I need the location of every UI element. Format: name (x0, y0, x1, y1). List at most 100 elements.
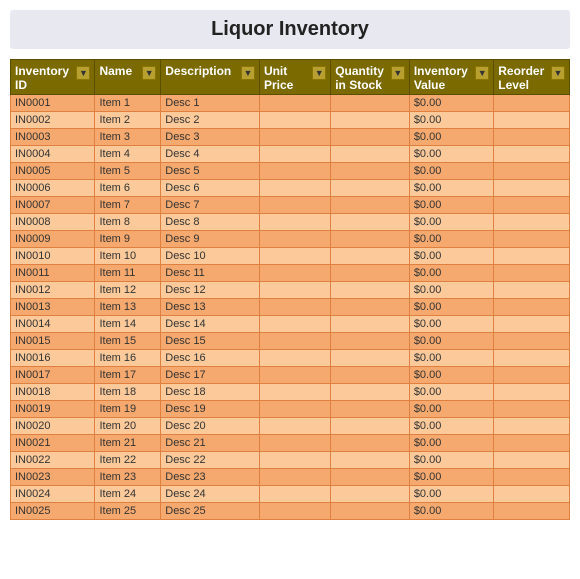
cell-0-row-12: IN0013 (11, 299, 95, 316)
cell-5-row-4: $0.00 (409, 163, 493, 180)
cell-5-row-9: $0.00 (409, 248, 493, 265)
cell-0-row-3: IN0004 (11, 146, 95, 163)
cell-4-row-2 (331, 129, 410, 146)
cell-2-row-7: Desc 8 (161, 214, 260, 231)
cell-1-row-9: Item 10 (95, 248, 161, 265)
cell-0-row-20: IN0021 (11, 435, 95, 452)
cell-0-row-10: IN0011 (11, 265, 95, 282)
table-row: IN0011Item 11Desc 11 $0.00 (11, 265, 570, 282)
col-dropdown-inv-value[interactable]: ▼ (475, 66, 489, 80)
cell-1-row-6: Item 7 (95, 197, 161, 214)
cell-4-row-10 (331, 265, 410, 282)
cell-5-row-18: $0.00 (409, 401, 493, 418)
col-dropdown-description[interactable]: ▼ (241, 66, 255, 80)
table-row: IN0020Item 20Desc 20$0.00 (11, 418, 570, 435)
cell-0-row-0: IN0001 (11, 95, 95, 112)
cell-0-row-15: IN0016 (11, 350, 95, 367)
cell-4-row-0 (331, 95, 410, 112)
cell-0-row-18: IN0019 (11, 401, 95, 418)
cell-1-row-12: Item 13 (95, 299, 161, 316)
col-label-unit-price: Unit Price (264, 64, 312, 92)
page-title: Liquor Inventory (10, 10, 570, 49)
cell-3-row-4 (259, 163, 330, 180)
cell-2-row-11: Desc 12 (161, 282, 260, 299)
cell-2-row-17: Desc 18 (161, 384, 260, 401)
col-label-reorder: Reorder Level (498, 64, 551, 92)
cell-2-row-0: Desc 1 (161, 95, 260, 112)
cell-0-row-19: IN0020 (11, 418, 95, 435)
table-row: IN0022Item 22Desc 22$0.00 (11, 452, 570, 469)
cell-2-row-12: Desc 13 (161, 299, 260, 316)
cell-4-row-23 (331, 486, 410, 503)
table-row: IN0019Item 19Desc 19$0.00 (11, 401, 570, 418)
cell-0-row-5: IN0006 (11, 180, 95, 197)
cell-4-row-4 (331, 163, 410, 180)
cell-6-row-19 (494, 418, 570, 435)
cell-6-row-22 (494, 469, 570, 486)
col-header-name: Name▼ (95, 60, 161, 95)
cell-2-row-4: Desc 5 (161, 163, 260, 180)
cell-1-row-15: Item 16 (95, 350, 161, 367)
cell-1-row-14: Item 15 (95, 333, 161, 350)
cell-6-row-20 (494, 435, 570, 452)
col-dropdown-name[interactable]: ▼ (142, 66, 156, 80)
cell-6-row-7 (494, 214, 570, 231)
col-header-qty-stock: Quantity in Stock▼ (331, 60, 410, 95)
cell-4-row-13 (331, 316, 410, 333)
cell-1-row-7: Item 8 (95, 214, 161, 231)
cell-3-row-16 (259, 367, 330, 384)
cell-3-row-21 (259, 452, 330, 469)
cell-1-row-17: Item 18 (95, 384, 161, 401)
cell-2-row-23: Desc 24 (161, 486, 260, 503)
col-header-reorder: Reorder Level▼ (494, 60, 570, 95)
col-dropdown-inv-id[interactable]: ▼ (76, 66, 90, 80)
cell-6-row-3 (494, 146, 570, 163)
cell-0-row-21: IN0022 (11, 452, 95, 469)
cell-6-row-5 (494, 180, 570, 197)
cell-5-row-17: $0.00 (409, 384, 493, 401)
cell-3-row-12 (259, 299, 330, 316)
col-header-unit-price: Unit Price▼ (259, 60, 330, 95)
cell-1-row-2: Item 3 (95, 129, 161, 146)
cell-5-row-0: $0.00 (409, 95, 493, 112)
cell-0-row-11: IN0012 (11, 282, 95, 299)
col-header-inv-id: Inventory ID▼ (11, 60, 95, 95)
cell-4-row-19 (331, 418, 410, 435)
table-row: IN0017Item 17Desc 17$0.00 (11, 367, 570, 384)
cell-5-row-19: $0.00 (409, 418, 493, 435)
cell-5-row-6: $0.00 (409, 197, 493, 214)
cell-0-row-17: IN0018 (11, 384, 95, 401)
cell-6-row-2 (494, 129, 570, 146)
cell-3-row-6 (259, 197, 330, 214)
cell-2-row-21: Desc 22 (161, 452, 260, 469)
table-row: IN0009Item 9Desc 9$0.00 (11, 231, 570, 248)
cell-6-row-23 (494, 486, 570, 503)
cell-0-row-22: IN0023 (11, 469, 95, 486)
cell-4-row-8 (331, 231, 410, 248)
cell-6-row-6 (494, 197, 570, 214)
cell-3-row-23 (259, 486, 330, 503)
cell-1-row-10: Item 11 (95, 265, 161, 282)
cell-5-row-22: $0.00 (409, 469, 493, 486)
table-row: IN0002Item 2Desc 2$0.00 (11, 112, 570, 129)
cell-2-row-16: Desc 17 (161, 367, 260, 384)
col-dropdown-reorder[interactable]: ▼ (551, 66, 565, 80)
cell-4-row-3 (331, 146, 410, 163)
cell-3-row-14 (259, 333, 330, 350)
cell-1-row-5: Item 6 (95, 180, 161, 197)
table-row: IN0014Item 14Desc 14$0.00 (11, 316, 570, 333)
cell-3-row-19 (259, 418, 330, 435)
cell-3-row-24 (259, 503, 330, 520)
cell-2-row-22: Desc 23 (161, 469, 260, 486)
cell-2-row-19: Desc 20 (161, 418, 260, 435)
cell-3-row-2 (259, 129, 330, 146)
col-dropdown-unit-price[interactable]: ▼ (312, 66, 326, 80)
cell-2-row-10: Desc 11 (161, 265, 260, 282)
cell-5-row-10: $0.00 (409, 265, 493, 282)
cell-4-row-17 (331, 384, 410, 401)
cell-3-row-18 (259, 401, 330, 418)
cell-6-row-4 (494, 163, 570, 180)
cell-6-row-13 (494, 316, 570, 333)
cell-1-row-24: Item 25 (95, 503, 161, 520)
col-dropdown-qty-stock[interactable]: ▼ (391, 66, 405, 80)
